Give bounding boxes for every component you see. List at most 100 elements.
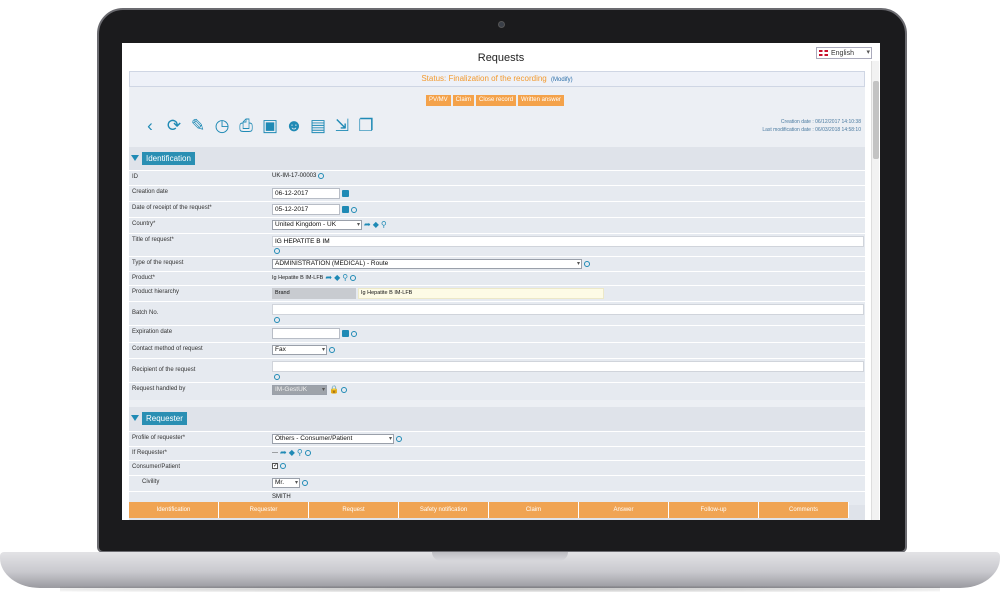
scrollbar[interactable] bbox=[871, 61, 879, 520]
identification-header[interactable]: Identification bbox=[131, 151, 291, 165]
chevron-down-icon: ▾ bbox=[388, 436, 392, 442]
civility-select[interactable]: Mr. ▾ bbox=[272, 478, 300, 488]
eraser-icon[interactable]: ◆ bbox=[334, 274, 340, 282]
contact-label: Contact method of request bbox=[132, 346, 203, 352]
recipient-input[interactable] bbox=[272, 361, 864, 372]
language-label: English bbox=[831, 49, 854, 57]
creation-date-input[interactable]: 06-12-2017 bbox=[272, 188, 340, 199]
search-icon[interactable]: ⚲ bbox=[381, 221, 387, 229]
identification-section: Identification ID UK-IM-17-00003 Creatio… bbox=[129, 147, 865, 400]
share-icon[interactable]: ➦ bbox=[280, 449, 287, 457]
uk-flag-icon bbox=[819, 50, 828, 56]
id-label: ID bbox=[132, 174, 138, 180]
title-input[interactable]: IG HEPATITE B IM bbox=[272, 236, 864, 247]
contact-select[interactable]: Fax ▾ bbox=[272, 345, 327, 355]
tab-safety-notification[interactable]: Safety notification bbox=[399, 502, 489, 518]
tab-identification[interactable]: Identification bbox=[129, 502, 219, 518]
requester-rows: Profile of requester* Others - Consumer/… bbox=[129, 431, 865, 505]
history-icon[interactable] bbox=[584, 261, 590, 267]
close-record-button[interactable]: Close record bbox=[476, 95, 517, 106]
recipient-label: Recipient of the request bbox=[132, 367, 196, 373]
history-icon[interactable] bbox=[340, 387, 347, 393]
written-answer-button[interactable]: Written answer bbox=[518, 95, 564, 106]
profile-value: Others - Consumer/Patient bbox=[275, 435, 353, 442]
type-select[interactable]: ADMINISTRATION (MEDICAL) - Route ▾ bbox=[272, 259, 582, 269]
copy-icon[interactable]: ❐ bbox=[357, 117, 375, 135]
row-if-requester: If Requester* --- ➦ ◆ ⚲ bbox=[129, 446, 865, 460]
language-select[interactable]: English ▾ bbox=[816, 47, 872, 59]
history-icon[interactable] bbox=[274, 317, 280, 323]
chevron-down-icon: ▾ bbox=[576, 261, 580, 267]
history-icon[interactable] bbox=[351, 206, 357, 213]
type-value: ADMINISTRATION (MEDICAL) - Route bbox=[275, 260, 389, 267]
search-icon[interactable]: ⚲ bbox=[297, 449, 303, 457]
laptop-shadow bbox=[60, 586, 940, 592]
requester-header[interactable]: Requester bbox=[131, 411, 291, 425]
tab-comments[interactable]: Comments bbox=[759, 502, 849, 518]
history-icon[interactable] bbox=[351, 330, 357, 337]
share-icon[interactable]: ➦ bbox=[364, 221, 371, 229]
calendar-icon[interactable] bbox=[342, 190, 349, 197]
claim-button[interactable]: Claim bbox=[452, 95, 475, 106]
row-hierarchy: Product hierarchy Brand Ig Hepatite B IM-… bbox=[129, 285, 865, 301]
print-icon[interactable]: ⎙ bbox=[237, 117, 255, 135]
profile-select[interactable]: Others - Consumer/Patient ▾ bbox=[272, 434, 394, 444]
requester-title: Requester bbox=[142, 411, 187, 425]
user-icon[interactable]: ☻ bbox=[285, 117, 303, 135]
status-bar: Status: Finalization of the recording (M… bbox=[129, 71, 865, 87]
tab-request[interactable]: Request bbox=[309, 502, 399, 518]
history-icon[interactable] bbox=[318, 173, 325, 179]
history-icon[interactable] bbox=[304, 450, 311, 456]
tab-requester[interactable]: Requester bbox=[219, 502, 309, 518]
record-dates: Creation date : 06/12/2017 14:10:38 Last… bbox=[762, 118, 861, 134]
clock-icon[interactable]: ◷ bbox=[213, 117, 231, 135]
surname-value: SMITH bbox=[272, 494, 291, 500]
scrollbar-thumb[interactable] bbox=[873, 81, 879, 159]
app-screen: Requests English ▾ Status: Finalization … bbox=[122, 43, 880, 520]
history-icon[interactable] bbox=[396, 436, 402, 442]
history-icon[interactable] bbox=[274, 248, 280, 254]
creation-date: Creation date : 06/12/2017 14:10:38 bbox=[780, 119, 861, 125]
back-icon[interactable]: ‹ bbox=[141, 117, 159, 135]
country-select[interactable]: United Kingdom - UK ▾ bbox=[272, 220, 362, 230]
refresh-icon[interactable]: ⟳ bbox=[165, 117, 183, 135]
pvmv-button[interactable]: PV/MV bbox=[426, 95, 451, 106]
document-icon[interactable]: ▤ bbox=[309, 117, 327, 135]
row-consumer: Consumer/Patient ✓ bbox=[129, 460, 865, 475]
history-icon[interactable] bbox=[350, 275, 357, 281]
title-label: Title of request* bbox=[132, 237, 174, 243]
batch-input[interactable] bbox=[272, 304, 864, 315]
expiration-input[interactable] bbox=[272, 328, 340, 339]
chevron-down-icon: ▾ bbox=[356, 222, 360, 228]
export-icon[interactable]: ⇲ bbox=[333, 117, 351, 135]
expiration-label: Expiration date bbox=[132, 329, 173, 335]
collapse-triangle-icon[interactable] bbox=[131, 415, 139, 421]
consumer-checkbox[interactable]: ✓ bbox=[272, 463, 278, 469]
history-icon[interactable] bbox=[329, 347, 335, 353]
calendar-icon[interactable] bbox=[342, 206, 349, 213]
receipt-date-input[interactable]: 05-12-2017 bbox=[272, 204, 340, 215]
chevron-down-icon: ▾ bbox=[294, 480, 298, 486]
eraser-icon[interactable]: ◆ bbox=[289, 449, 295, 457]
contact-value: Fax bbox=[275, 346, 286, 353]
history-icon[interactable] bbox=[302, 480, 308, 486]
search-icon[interactable]: ⚲ bbox=[342, 274, 348, 282]
paperclip-icon[interactable]: ✎ bbox=[189, 117, 207, 135]
history-icon[interactable] bbox=[274, 374, 280, 380]
history-icon[interactable] bbox=[280, 463, 286, 469]
share-icon[interactable]: ➦ bbox=[325, 274, 332, 282]
profile-label: Profile of requester* bbox=[132, 435, 186, 441]
calendar-icon[interactable] bbox=[342, 330, 349, 337]
save-icon[interactable]: ▣ bbox=[261, 117, 279, 135]
tab-claim[interactable]: Claim bbox=[489, 502, 579, 518]
tab-answer[interactable]: Answer bbox=[579, 502, 669, 518]
eraser-icon[interactable]: ◆ bbox=[373, 221, 379, 229]
lock-icon[interactable]: 🔒 bbox=[329, 386, 339, 394]
row-product: Product* Ig Hepatite B IM-LFB ➦ ◆ ⚲ bbox=[129, 271, 865, 285]
laptop-notch bbox=[432, 552, 568, 561]
if-requester-label: If Requester* bbox=[132, 450, 168, 456]
collapse-triangle-icon[interactable] bbox=[131, 155, 139, 161]
modify-link[interactable]: (Modify) bbox=[551, 77, 573, 83]
tab-follow-up[interactable]: Follow-up bbox=[669, 502, 759, 518]
product-value: Ig Hepatite B IM-LFB bbox=[272, 275, 324, 281]
